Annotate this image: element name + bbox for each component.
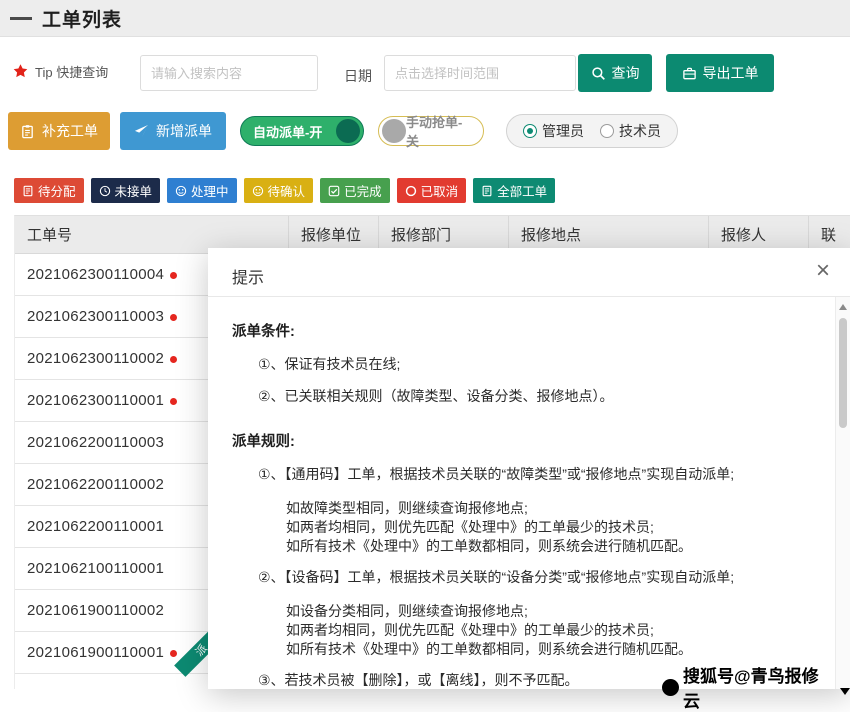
smile-icon xyxy=(252,185,264,197)
new-dispatch-button[interactable]: 新增派单 xyxy=(120,112,226,150)
toggle-knob-icon xyxy=(382,119,406,143)
role-radio-group: 管理员 技术员 xyxy=(506,114,678,148)
modal-scrollbar[interactable] xyxy=(835,297,850,689)
clipboard-icon xyxy=(20,124,35,139)
unread-dot-icon xyxy=(170,272,177,279)
order-number: 2021062300110004 xyxy=(27,266,164,283)
paper-plane-icon xyxy=(134,124,149,139)
order-number: 2021062300110001 xyxy=(27,392,164,409)
status-tab-all[interactable]: 全部工单 xyxy=(473,178,555,203)
search-input[interactable] xyxy=(140,55,318,91)
watermark: 搜狐号@青鸟报修云 xyxy=(662,662,850,712)
status-tab-processing[interactable]: 处理中 xyxy=(167,178,237,203)
modal-text-item: ②、【设备码】工单，根据技术员关联的“设备分类”或“报修地点”实现自动派单; xyxy=(232,568,827,587)
status-tab-pending-confirm[interactable]: 待确认 xyxy=(244,178,314,203)
query-button[interactable]: 查询 xyxy=(578,54,652,92)
sohu-logo-icon xyxy=(662,679,679,696)
radio-admin[interactable]: 管理员 xyxy=(523,121,584,141)
order-number: 2021062200110003 xyxy=(27,434,164,451)
status-tab-label: 未接单 xyxy=(115,181,153,200)
order-number: 2021062200110002 xyxy=(27,476,164,493)
order-number: 2021062200110001 xyxy=(27,518,164,535)
manual-grab-toggle-label: 手动抢单-关 xyxy=(406,112,471,150)
modal-text-item: ①、保证有技术员在线; xyxy=(232,355,827,374)
manual-grab-toggle[interactable]: 手动抢单-关 xyxy=(378,116,484,146)
unread-dot-icon xyxy=(170,650,177,657)
status-tabs: 待分配 未接单 处理中 待确认 已完成 已取消 全部工单 xyxy=(14,178,555,203)
radio-checked-icon xyxy=(523,124,537,138)
doc-icon xyxy=(481,185,493,197)
status-tab-label: 全部工单 xyxy=(497,181,547,200)
status-tab-label: 待确认 xyxy=(268,181,306,200)
tip-label: Tip 快捷查询 xyxy=(35,62,108,81)
date-label: 日期 xyxy=(344,66,372,86)
cancel-icon xyxy=(405,185,417,197)
order-number: 2021062100110001 xyxy=(27,560,164,577)
status-tab-label: 已完成 xyxy=(344,181,382,200)
radio-unchecked-icon xyxy=(600,124,614,138)
search-icon xyxy=(591,66,606,81)
quick-search-tip: Tip 快捷查询 xyxy=(12,62,108,81)
modal-text-sub: 如两者均相同，则优先匹配《处理中》的工单最少的技术员; xyxy=(232,621,827,640)
order-number: 2021061900110002 xyxy=(27,602,164,619)
status-tab-not-accepted[interactable]: 未接单 xyxy=(91,178,161,203)
export-button-label: 导出工单 xyxy=(703,63,759,83)
scrollbar-thumb[interactable] xyxy=(839,318,847,428)
auto-dispatch-toggle[interactable]: 自动派单-开 xyxy=(240,116,364,146)
title-dash xyxy=(10,17,32,20)
unread-dot-icon xyxy=(170,356,177,363)
unread-dot-icon xyxy=(170,314,177,321)
radio-admin-label: 管理员 xyxy=(542,121,584,141)
watermark-text: 搜狐号@青鸟报修云 xyxy=(683,662,834,712)
order-number: 2021061900110001 xyxy=(27,644,164,661)
status-tab-label: 处理中 xyxy=(191,181,229,200)
status-tab-pending-assign[interactable]: 待分配 xyxy=(14,178,84,203)
status-tab-cancelled[interactable]: 已取消 xyxy=(397,178,467,203)
supplement-button-label: 补充工单 xyxy=(42,121,98,141)
modal-close-button[interactable]: × xyxy=(816,258,830,284)
export-briefcase-icon xyxy=(682,66,697,81)
star-icon xyxy=(12,63,29,80)
clock-icon xyxy=(99,185,111,197)
unread-dot-icon xyxy=(170,398,177,405)
toggle-knob-icon xyxy=(336,119,360,143)
order-number: 2021062300110002 xyxy=(27,350,164,367)
check-icon xyxy=(328,185,340,197)
modal-text-sub: 如两者均相同，则优先匹配《处理中》的工单最少的技术员; xyxy=(232,518,827,537)
topbar: 工单列表 xyxy=(0,0,850,37)
status-tab-completed[interactable]: 已完成 xyxy=(320,178,390,203)
modal-text-item: ②、已关联相关规则（故障类型、设备分类、报修地点）。 xyxy=(232,387,827,406)
modal-text-sub: 如设备分类相同，则继续查询报修地点; xyxy=(232,602,827,621)
modal-text-heading: 派单条件: xyxy=(232,323,827,342)
dispatch-button-label: 新增派单 xyxy=(156,121,212,141)
status-tab-label: 待分配 xyxy=(38,181,76,200)
modal-text-sub: 如所有技术《处理中》的工单数都相同，则系统会进行随机匹配。 xyxy=(232,640,827,659)
status-tab-label: 已取消 xyxy=(421,181,459,200)
modal-text-sub: 如故障类型相同，则继续查询报修地点; xyxy=(232,499,827,518)
modal-title: 提示 xyxy=(232,264,264,288)
modal-dialog: 提示 × 派单条件: ①、保证有技术员在线; ②、已关联相关规则（故障类型、设备分类… xyxy=(208,248,850,689)
page-title: 工单列表 xyxy=(42,5,122,32)
query-button-label: 查询 xyxy=(612,63,640,83)
modal-text-heading: 派单规则: xyxy=(232,433,827,452)
scroll-up-arrow-icon[interactable] xyxy=(839,304,847,310)
modal-text-sub: 如所有技术《处理中》的工单数都相同，则系统会进行随机匹配。 xyxy=(232,537,827,556)
order-number: 2021062300110003 xyxy=(27,308,164,325)
doc-icon xyxy=(22,185,34,197)
radio-technician[interactable]: 技术员 xyxy=(600,121,661,141)
supplement-order-button[interactable]: 补充工单 xyxy=(8,112,110,150)
modal-text-item: ①、【通用码】工单，根据技术员关联的“故障类型”或“报修地点”实现自动派单; xyxy=(232,465,827,484)
modal-body: 派单条件: ①、保证有技术员在线; ②、已关联相关规则（故障类型、设备分类、报修地点… xyxy=(208,297,835,689)
export-button[interactable]: 导出工单 xyxy=(666,54,774,92)
date-range-input[interactable] xyxy=(384,55,576,91)
radio-technician-label: 技术员 xyxy=(619,121,661,141)
auto-dispatch-toggle-label: 自动派单-开 xyxy=(253,122,322,141)
smile-icon xyxy=(175,185,187,197)
